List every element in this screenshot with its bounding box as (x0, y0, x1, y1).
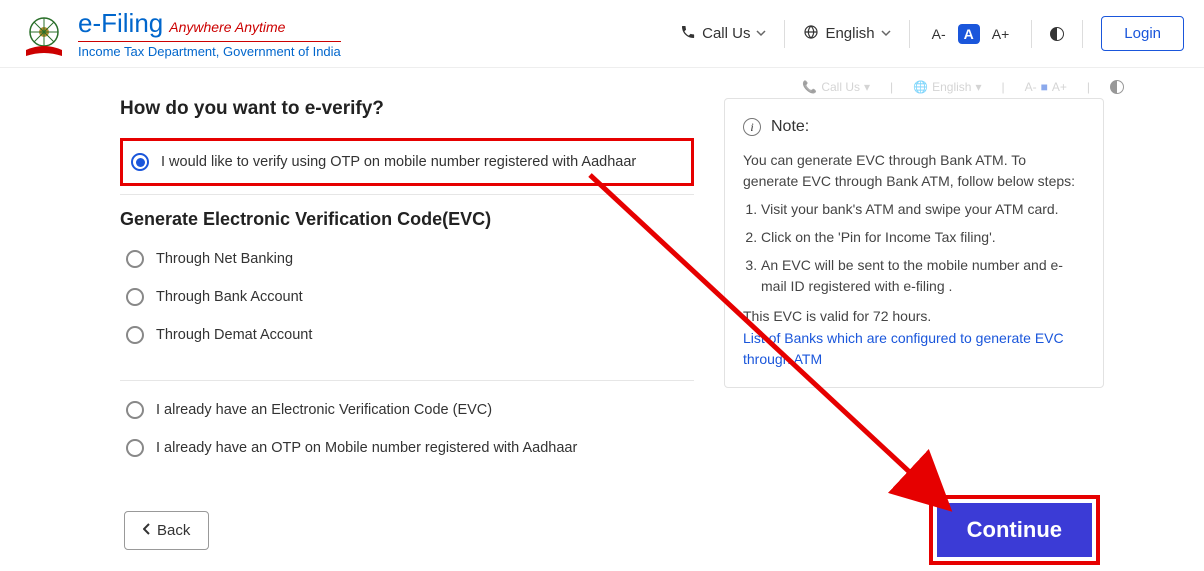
footer-actions: Back Continue (120, 495, 1104, 565)
radio-label: Through Net Banking (156, 251, 293, 267)
brand-block: e-Filing Anywhere Anytime Income Tax Dep… (20, 8, 341, 59)
login-button[interactable]: Login (1101, 16, 1184, 51)
radio-label: Through Demat Account (156, 327, 312, 343)
text-size-increase[interactable]: A+ (988, 24, 1014, 44)
radio-bank-account[interactable]: Through Bank Account (120, 278, 694, 316)
radio-have-otp[interactable]: I already have an OTP on Mobile number r… (120, 429, 694, 467)
radio-demat-account[interactable]: Through Demat Account (120, 316, 694, 354)
ghost-lang: 🌐English▾ (913, 80, 981, 94)
note-step-3: An EVC will be sent to the mobile number… (761, 255, 1085, 298)
radio-label: I already have an OTP on Mobile number r… (156, 440, 577, 456)
radio-aadhaar-otp[interactable]: I would like to verify using OTP on mobi… (125, 143, 689, 181)
aadhaar-option-highlight: I would like to verify using OTP on mobi… (120, 138, 694, 186)
divider (1082, 20, 1083, 48)
chevron-down-icon (756, 25, 766, 42)
radio-icon (131, 153, 149, 171)
note-panel: i Note: You can generate EVC through Ban… (724, 98, 1104, 388)
chevron-down-icon (881, 25, 891, 42)
note-title: Note: (771, 115, 809, 140)
phone-icon (680, 24, 696, 44)
question-title: How do you want to e-verify? (120, 98, 694, 120)
radio-label: I would like to verify using OTP on mobi… (161, 154, 636, 170)
gov-emblem-icon (20, 10, 68, 58)
radio-icon (126, 401, 144, 419)
ghost-textsize: A-■A+ (1025, 80, 1067, 94)
contrast-toggle-icon[interactable] (1050, 27, 1064, 41)
radio-icon (126, 326, 144, 344)
top-header: e-Filing Anywhere Anytime Income Tax Dep… (0, 0, 1204, 68)
continue-button[interactable]: Continue (937, 503, 1092, 557)
back-label: Back (157, 522, 190, 539)
top-actions: Call Us English A- A A+ Login (680, 16, 1184, 51)
back-button[interactable]: Back (124, 511, 209, 550)
continue-highlight: Continue (929, 495, 1100, 565)
info-icon: i (743, 118, 761, 136)
globe-icon (803, 24, 819, 44)
text-size-decrease[interactable]: A- (928, 24, 950, 44)
radio-label: I already have an Electronic Verificatio… (156, 402, 492, 418)
note-intro: You can generate EVC through Bank ATM. T… (743, 150, 1085, 193)
ghost-call: 📞Call Us▾ (802, 80, 870, 94)
chevron-left-icon (143, 522, 151, 539)
text-size-default[interactable]: A (958, 24, 980, 44)
note-validity: This EVC is valid for 72 hours. (743, 306, 1085, 328)
language-dropdown[interactable]: English (803, 24, 890, 44)
language-label: English (825, 25, 874, 42)
verify-options-panel: How do you want to e-verify? I would lik… (120, 98, 694, 467)
radio-icon (126, 250, 144, 268)
text-size-controls: A- A A+ (928, 24, 1014, 44)
brand-tagline: Anywhere Anytime (169, 19, 285, 35)
radio-have-evc[interactable]: I already have an Electronic Verificatio… (120, 391, 694, 429)
radio-net-banking[interactable]: Through Net Banking (120, 240, 694, 278)
radio-label: Through Bank Account (156, 289, 303, 305)
divider (1031, 20, 1032, 48)
call-us-label: Call Us (702, 25, 750, 42)
radio-icon (126, 288, 144, 306)
brand-dept: Income Tax Department, Government of Ind… (78, 44, 341, 59)
note-steps: Visit your bank's ATM and swipe your ATM… (761, 199, 1085, 298)
note-bank-list-link[interactable]: List of Banks which are configured to ge… (743, 330, 1064, 368)
ghost-contrast-icon (1110, 80, 1124, 94)
note-step-2: Click on the 'Pin for Income Tax filing'… (761, 227, 1085, 249)
divider (784, 20, 785, 48)
radio-icon (126, 439, 144, 457)
ghost-toolbar: 📞Call Us▾ | 🌐English▾ | A-■A+ | (120, 80, 1124, 94)
divider (909, 20, 910, 48)
evc-section-title: Generate Electronic Verification Code(EV… (120, 209, 694, 230)
brand-title: e-Filing (78, 8, 163, 39)
note-step-1: Visit your bank's ATM and swipe your ATM… (761, 199, 1085, 221)
call-us-dropdown[interactable]: Call Us (680, 24, 766, 44)
brand-text: e-Filing Anywhere Anytime Income Tax Dep… (78, 8, 341, 59)
